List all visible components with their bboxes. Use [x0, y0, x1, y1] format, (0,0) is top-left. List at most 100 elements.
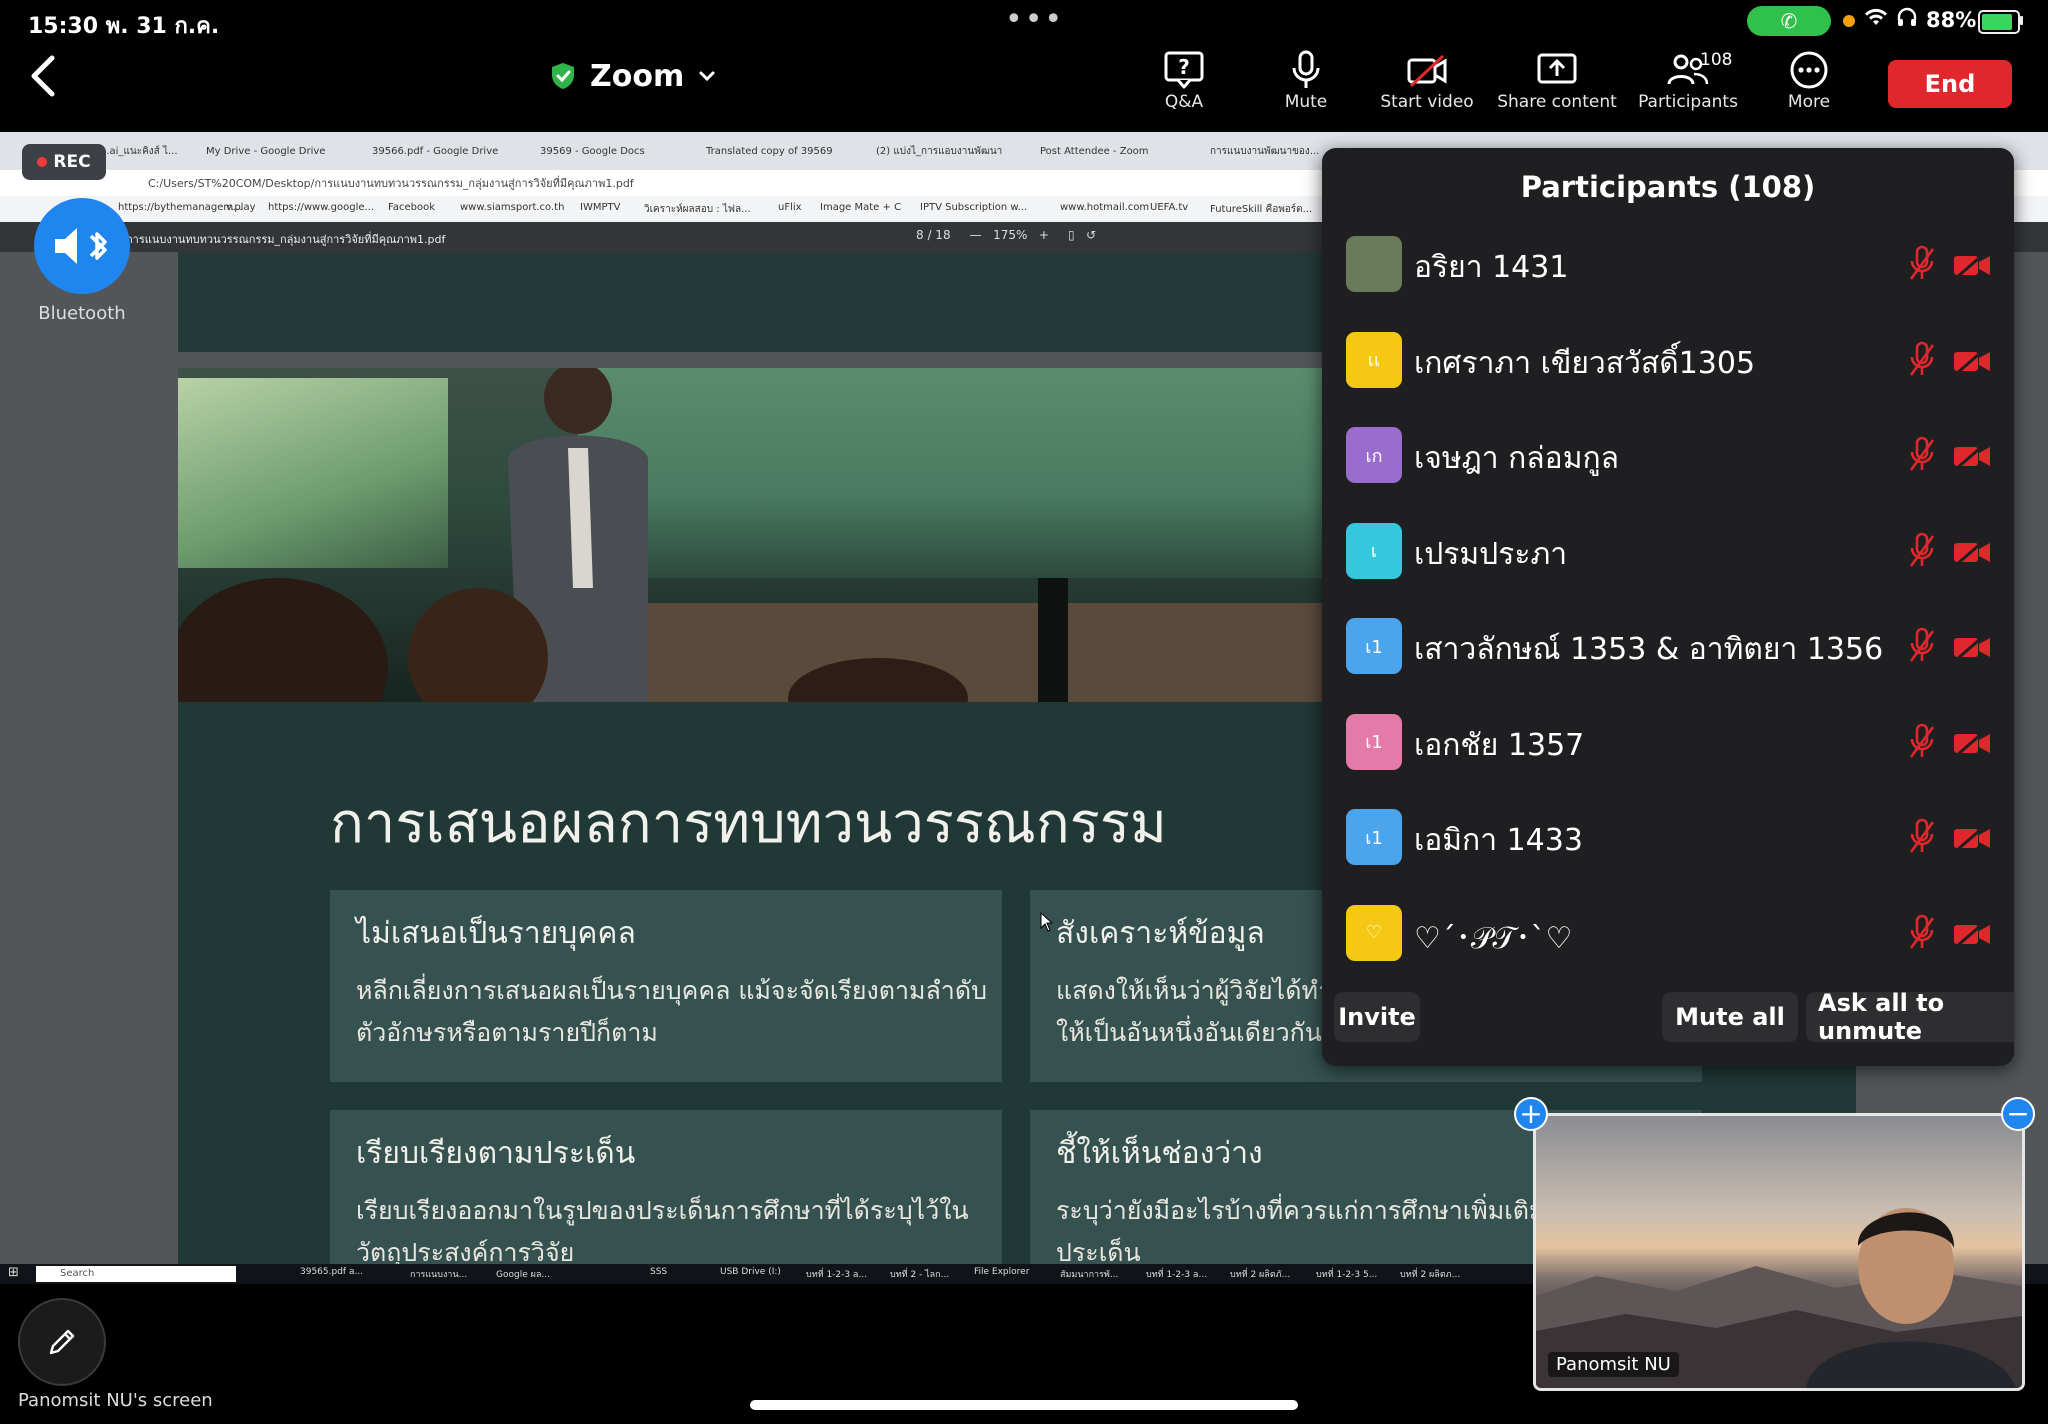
chevron-down-icon: [699, 71, 715, 82]
recording-dot-icon: [37, 157, 48, 167]
browser-tab[interactable]: 39569 - Google Docs: [540, 140, 690, 164]
more-button[interactable]: More: [1749, 46, 1869, 126]
bookmark-link[interactable]: IWMPTV: [580, 202, 620, 213]
participant-name: เอมิกา 1433: [1414, 823, 1583, 858]
bookmark-link[interactable]: www.hotmail.com: [1060, 202, 1149, 213]
video-off-icon: [1954, 919, 1990, 948]
taskbar-app-item[interactable]: SSS: [650, 1267, 667, 1277]
end-meeting-button[interactable]: End: [1888, 60, 2012, 108]
self-view-minimize-button[interactable]: −: [2001, 1097, 2035, 1131]
home-indicator[interactable]: [750, 1400, 1298, 1410]
meeting-title-dropdown[interactable]: Zoom: [548, 54, 718, 98]
mic-muted-icon: [1909, 627, 1935, 662]
participant-row[interactable]: เ เปรมประภา: [1322, 505, 2014, 600]
photo-projector-screen: [178, 378, 448, 568]
video-off-icon: [1954, 250, 1990, 280]
card-heading: ชี้ให้เห็นช่องว่าง: [1056, 1136, 1263, 1171]
taskbar-app-item[interactable]: บทที่ 2 ผลิตภ...: [1400, 1267, 1460, 1281]
qa-button[interactable]: ? Q&A: [1124, 46, 1244, 126]
active-call-pill[interactable]: ✆: [1747, 6, 1831, 36]
bookmark-link[interactable]: วิเคราะห์ผลสอบ : ไฟล...: [644, 202, 751, 217]
mute-all-button[interactable]: Mute all: [1662, 992, 1798, 1042]
status-time-date: 15:30 พ. 31 ก.ค.: [28, 14, 220, 39]
participant-row[interactable]: เ1 เอกชัย 1357: [1322, 696, 2014, 791]
taskbar-app-item[interactable]: การแนบงาน...: [410, 1267, 467, 1281]
bookmark-link[interactable]: www.siamsport.co.th: [460, 202, 564, 213]
participant-row[interactable]: เ1 เสาวลักษณ์ 1353 & อาทิตยา 1356: [1322, 600, 2014, 695]
self-video-view[interactable]: Panomsit NU: [1533, 1113, 2025, 1391]
recording-badge: REC: [22, 144, 106, 180]
fit-page-icon[interactable]: ▯: [1068, 228, 1075, 242]
pdf-zoom-level[interactable]: 175%: [993, 228, 1027, 242]
taskbar-app-item[interactable]: สัมมนาการพั...: [1060, 1267, 1118, 1281]
taskbar-app-item[interactable]: บทที่ 1-2-3 a...: [1146, 1267, 1207, 1281]
invite-button[interactable]: Invite: [1334, 992, 1420, 1042]
taskbar-app-item[interactable]: บทที่ 2 ผลิตภั...: [1230, 1267, 1290, 1281]
taskbar-app-item[interactable]: 39565.pdf a...: [300, 1267, 363, 1277]
browser-tab[interactable]: 39566.pdf - Google Drive: [372, 140, 522, 164]
bookmark-link[interactable]: uFlix: [778, 202, 802, 213]
taskbar-app-item[interactable]: บทที่ 1-2-3 5...: [1316, 1267, 1377, 1281]
participants-button[interactable]: 108 Participants: [1628, 46, 1748, 126]
taskbar-app-item[interactable]: บทที่ 1-2-3 a...: [806, 1267, 867, 1281]
bookmark-link[interactable]: Facebook: [388, 202, 435, 213]
phone-icon: ✆: [1780, 9, 1798, 33]
zoom-out-icon[interactable]: —: [970, 228, 982, 242]
audio-bluetooth-button[interactable]: [34, 198, 130, 294]
participants-panel-footer: Invite Mute all Ask all to unmute: [1322, 974, 2014, 1066]
battery-nub: [2020, 16, 2023, 25]
taskbar-app-item[interactable]: Google ผล...: [496, 1267, 550, 1281]
mute-label: Mute: [1284, 92, 1328, 112]
taskbar-app-item[interactable]: USB Drive (I:): [720, 1267, 781, 1277]
video-off-icon: [1954, 823, 1990, 853]
taskbar-app-item[interactable]: บทที่ 2 - ไลก...: [890, 1267, 949, 1281]
participant-row[interactable]: เก เจษฎา กล่อมกูล: [1322, 409, 2014, 504]
video-off-icon: [1954, 728, 1990, 757]
browser-tab[interactable]: Post Attendee - Zoom: [1040, 140, 1190, 164]
participant-row[interactable]: เ1 เอมิกา 1433: [1322, 791, 2014, 886]
participant-row[interactable]: เเ เกศราภา เขียวสวัสดิ์1305: [1322, 314, 2014, 409]
browser-tab[interactable]: การแนบงานพัฒนาของ...: [1210, 140, 1330, 164]
bookmark-link[interactable]: IPTV Subscription w...: [920, 202, 1027, 213]
bookmark-link[interactable]: Image Mate + C: [820, 202, 901, 213]
browser-tab[interactable]: My Drive - Google Drive: [206, 140, 356, 164]
browser-tab[interactable]: Translated copy of 39569: [706, 140, 856, 164]
mute-button[interactable]: Mute: [1246, 46, 1366, 126]
zoom-in-icon[interactable]: +: [1039, 228, 1049, 242]
mic-muted-icon: [1909, 914, 1935, 949]
slide-card-1: ไม่เสนอเป็นรายบุคคล หลีกเลี่ยงการเสนอผลเ…: [330, 890, 1002, 1082]
video-off-icon: [1954, 441, 1990, 471]
bookmark-link[interactable]: UEFA.tv: [1150, 202, 1188, 213]
participant-row[interactable]: อริยา 1431: [1322, 218, 2014, 313]
start-video-button[interactable]: Start video: [1367, 46, 1487, 126]
audio-device-label: Bluetooth: [38, 303, 126, 324]
windows-start-icon[interactable]: ⊞: [8, 1265, 19, 1280]
multitasking-dots[interactable]: •••: [1005, 2, 1064, 37]
participant-avatar: [1346, 236, 1402, 292]
battery-icon: [1978, 10, 2020, 34]
participant-row[interactable]: ♡ ♡´･𝒫𝒯･`♡: [1322, 887, 2014, 982]
battery-percent: 88%: [1926, 8, 1977, 32]
ios-status-bar: 15:30 พ. 31 ก.ค. ••• ✆ 88%: [0, 0, 2048, 42]
pdf-page-indicator[interactable]: 8 / 18: [916, 228, 951, 242]
mic-in-use-indicator: [1843, 15, 1855, 27]
self-view-add-button[interactable]: +: [1514, 1097, 1548, 1131]
bookmark-link[interactable]: https://www.google...: [268, 202, 374, 213]
share-content-button[interactable]: Share content: [1497, 46, 1617, 126]
bookmark-link[interactable]: https://bythemanagem...: [118, 202, 243, 213]
slide-card-3: เรียบเรียงตามประเด็น เรียบเรียงออกมาในรู…: [330, 1110, 1002, 1284]
headphones-icon: [1896, 6, 1918, 34]
rotate-icon[interactable]: ↺: [1086, 228, 1096, 242]
participant-name: เปรมประภา: [1414, 536, 1568, 572]
taskbar-app-item[interactable]: File Explorer: [974, 1267, 1029, 1277]
ask-all-to-unmute-button[interactable]: Ask all to unmute: [1806, 989, 2014, 1045]
taskbar-search-box[interactable]: Search: [36, 1266, 236, 1282]
bookmark-link[interactable]: v.play: [226, 202, 256, 213]
slide-title: การเสนอผลการทบทวนวรรณกรรม: [330, 791, 1167, 856]
back-button[interactable]: [24, 50, 64, 102]
meeting-title: Zoom: [590, 58, 685, 94]
bookmark-link[interactable]: FutureSkill คือพอร์ต...: [1210, 202, 1312, 217]
start-video-label: Start video: [1380, 92, 1474, 112]
browser-tab[interactable]: (2) แบ่งไ_การแอบงานพัฒนา: [876, 140, 1026, 164]
annotate-button[interactable]: [18, 1298, 106, 1386]
